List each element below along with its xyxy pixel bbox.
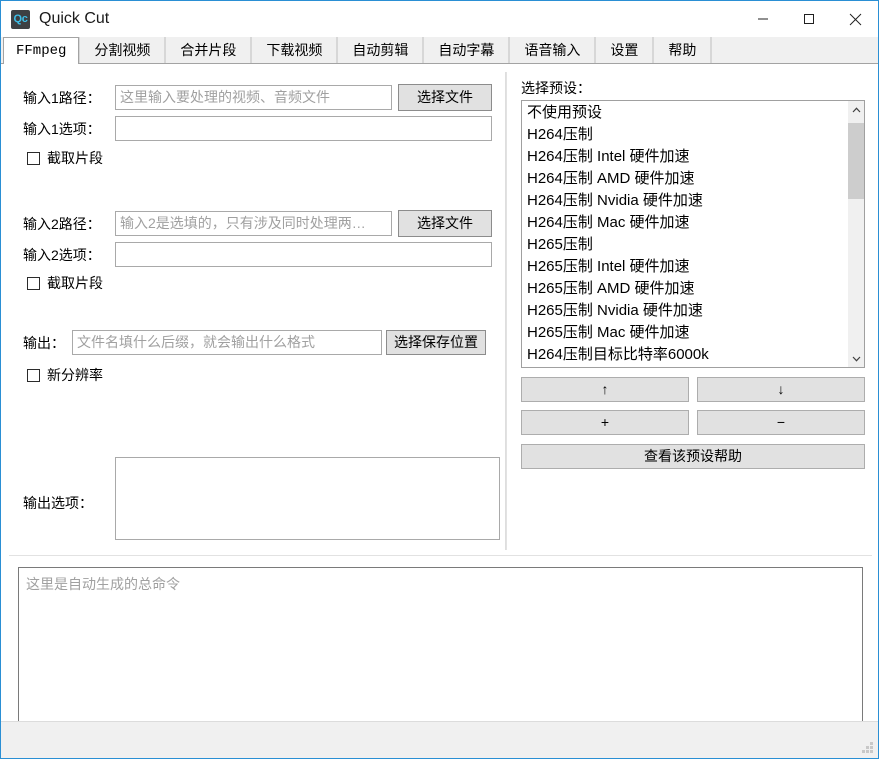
list-item[interactable]: H265压制 Intel 硬件加速 — [522, 256, 847, 278]
vertical-divider — [506, 72, 507, 550]
input2-browse-button[interactable]: 选择文件 — [398, 210, 492, 237]
application-window: Qc Quick Cut FFmpeg 分割视频 — [0, 0, 879, 759]
input1-path-row: 输入1路径： 这里输入要处理的视频、音频文件 选择文件 — [23, 84, 492, 111]
close-icon — [849, 13, 862, 26]
input1-clip-checkbox-row[interactable]: 截取片段 — [27, 148, 103, 168]
tab-merge-clips[interactable]: 合并片段 — [165, 37, 251, 63]
list-item[interactable]: H265压制 AMD 硬件加速 — [522, 278, 847, 300]
maximize-icon — [803, 13, 815, 25]
preset-list-items: 不使用预设 H264压制 H264压制 Intel 硬件加速 H264压制 AM… — [522, 101, 847, 366]
input2-options-label: 输入2选项： — [23, 245, 115, 265]
input2-path-row: 输入2路径： 输入2是选填的，只有涉及同时处理两… 选择文件 — [23, 210, 492, 237]
tab-bar-filler — [711, 37, 878, 63]
preset-add-button[interactable]: + — [521, 410, 689, 435]
preset-move-down-button[interactable]: ↓ — [697, 377, 865, 402]
input1-options-row: 输入1选项： — [23, 116, 492, 141]
list-item[interactable]: H264压制 Nvidia 硬件加速 — [522, 190, 847, 212]
input1-clip-label: 截取片段 — [47, 148, 103, 168]
input1-path-input[interactable]: 这里输入要处理的视频、音频文件 — [115, 85, 392, 110]
list-item[interactable]: H265压制 — [522, 234, 847, 256]
tab-download-video[interactable]: 下载视频 — [251, 37, 337, 63]
minimize-button[interactable] — [740, 1, 786, 37]
horizontal-divider — [9, 555, 872, 556]
input1-options-label: 输入1选项： — [23, 119, 115, 139]
preset-panel: 选择预设： 不使用预设 H264压制 H264压制 Intel 硬件加速 H26… — [514, 72, 872, 550]
preset-list[interactable]: 不使用预设 H264压制 H264压制 Intel 硬件加速 H264压制 AM… — [521, 100, 865, 368]
list-item[interactable]: H264压制 AMD 硬件加速 — [522, 168, 847, 190]
preset-move-up-button[interactable]: ↑ — [521, 377, 689, 402]
output-path-input[interactable]: 文件名填什么后缀，就会输出什么格式 — [72, 330, 382, 355]
input2-clip-checkbox-row[interactable]: 截取片段 — [27, 273, 103, 293]
new-resolution-checkbox-row[interactable]: 新分辨率 — [27, 365, 103, 385]
app-icon: Qc — [11, 10, 30, 29]
generated-command-textarea[interactable]: 这里是自动生成的总命令 — [18, 567, 863, 732]
tab-settings[interactable]: 设置 — [595, 37, 653, 63]
input2-clip-label: 截取片段 — [47, 273, 103, 293]
tab-voice-input[interactable]: 语音输入 — [509, 37, 595, 63]
list-item[interactable]: H264压制 Intel 硬件加速 — [522, 146, 847, 168]
input2-options-input[interactable] — [115, 242, 492, 267]
tab-ffmpeg[interactable]: FFmpeg — [3, 37, 79, 64]
new-resolution-label: 新分辨率 — [47, 365, 103, 385]
list-item[interactable]: H265压制 Nvidia 硬件加速 — [522, 300, 847, 322]
window-controls — [740, 1, 878, 37]
input1-options-input[interactable] — [115, 116, 492, 141]
window-title: Quick Cut — [39, 10, 109, 28]
list-item[interactable]: H265压制 Mac 硬件加速 — [522, 322, 847, 344]
input1-browse-button[interactable]: 选择文件 — [398, 84, 492, 111]
maximize-button[interactable] — [786, 1, 832, 37]
resize-grip[interactable] — [861, 742, 874, 755]
input2-path-label: 输入2路径： — [23, 214, 115, 234]
preset-remove-button[interactable]: − — [697, 410, 865, 435]
output-row: 输出： 文件名填什么后缀，就会输出什么格式 选择保存位置 — [23, 330, 486, 355]
status-bar — [1, 721, 878, 758]
output-browse-button[interactable]: 选择保存位置 — [386, 330, 486, 355]
minimize-icon — [757, 13, 769, 25]
input2-clip-checkbox[interactable] — [27, 277, 40, 290]
preset-label: 选择预设： — [521, 78, 591, 98]
ffmpeg-form-panel: 输入1路径： 这里输入要处理的视频、音频文件 选择文件 输入1选项： 截取片段 … — [9, 72, 506, 550]
tab-split-video[interactable]: 分割视频 — [79, 37, 165, 63]
tab-auto-subtitle[interactable]: 自动字幕 — [423, 37, 509, 63]
preset-list-scrollbar[interactable] — [847, 101, 864, 367]
list-item[interactable]: H264压制目标比特率6000k — [522, 344, 847, 366]
output-options-label: 输出选项： — [23, 493, 93, 513]
list-item[interactable]: 不使用预设 — [522, 102, 847, 124]
list-item[interactable]: H264压制 — [522, 124, 847, 146]
new-resolution-checkbox[interactable] — [27, 369, 40, 382]
main-content: 输入1路径： 这里输入要处理的视频、音频文件 选择文件 输入1选项： 截取片段 … — [1, 64, 878, 758]
input1-path-label: 输入1路径： — [23, 88, 115, 108]
tab-bar: FFmpeg 分割视频 合并片段 下载视频 自动剪辑 自动字幕 语音输入 设置 … — [1, 37, 878, 64]
tab-help[interactable]: 帮助 — [653, 37, 711, 63]
close-button[interactable] — [832, 1, 878, 37]
chevron-down-icon — [852, 356, 861, 362]
scroll-down-button[interactable] — [848, 350, 865, 367]
tab-auto-edit[interactable]: 自动剪辑 — [337, 37, 423, 63]
input1-clip-checkbox[interactable] — [27, 152, 40, 165]
output-label: 输出： — [23, 333, 72, 353]
input2-path-input[interactable]: 输入2是选填的，只有涉及同时处理两… — [115, 211, 392, 236]
input2-options-row: 输入2选项： — [23, 242, 492, 267]
list-item[interactable]: H264压制 Mac 硬件加速 — [522, 212, 847, 234]
scroll-up-button[interactable] — [848, 101, 865, 118]
chevron-up-icon — [852, 107, 861, 113]
output-options-textarea[interactable] — [115, 457, 500, 540]
title-bar: Qc Quick Cut — [1, 1, 878, 37]
preset-help-button[interactable]: 查看该预设帮助 — [521, 444, 865, 469]
scrollbar-thumb[interactable] — [848, 123, 865, 199]
